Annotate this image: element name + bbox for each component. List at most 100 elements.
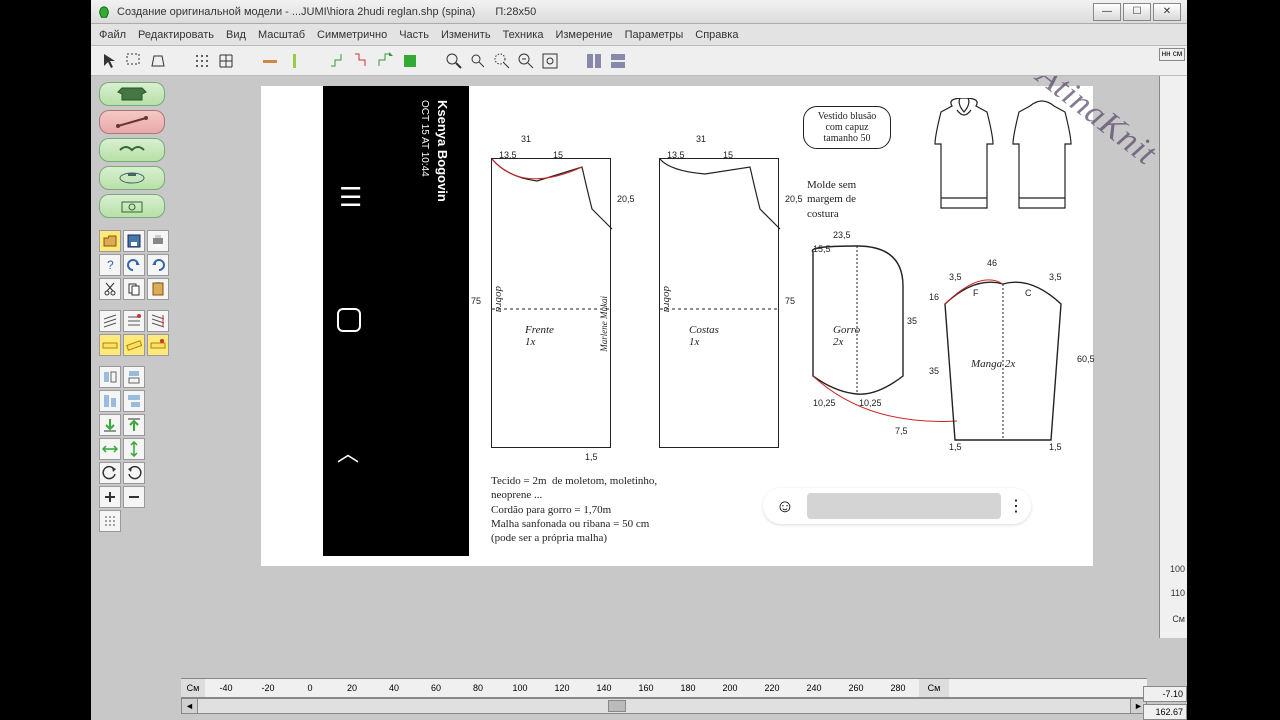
save-icon[interactable] <box>123 230 145 252</box>
snap-up-icon[interactable] <box>123 414 145 436</box>
redo-icon[interactable] <box>147 254 169 276</box>
coordinates: -7.10 162.67 <box>1143 684 1187 720</box>
menu-part[interactable]: Часть <box>399 29 429 41</box>
more-icon[interactable]: ⋮ <box>1001 496 1031 516</box>
menu-scale[interactable]: Масштаб <box>258 29 305 41</box>
grid-small-icon[interactable] <box>99 510 121 532</box>
toolbar: нн см <box>91 46 1187 76</box>
machine-mode-button[interactable] <box>99 166 165 190</box>
minimize-button[interactable]: — <box>1093 3 1121 21</box>
hatch1-icon[interactable] <box>99 310 121 332</box>
scroll-left-icon[interactable]: ◄ <box>182 699 198 713</box>
menu-file[interactable]: Файл <box>99 29 126 41</box>
back-label: Costas 1x <box>689 324 719 348</box>
hatch2-icon[interactable] <box>123 310 145 332</box>
square-icon[interactable] <box>337 308 361 332</box>
snap-down-icon[interactable] <box>99 414 121 436</box>
horizontal-ruler: См -40 -20 0 20 40 60 80 100 120 140 160… <box>181 678 1147 698</box>
zoom-fit-icon[interactable] <box>491 50 513 72</box>
ruler2-icon[interactable] <box>123 334 145 356</box>
zoom-out-icon[interactable] <box>467 50 489 72</box>
author-time: OCT 15 AT 10:44 <box>419 100 430 177</box>
maximize-button[interactable]: ☐ <box>1123 3 1151 21</box>
step-3-icon[interactable] <box>375 50 397 72</box>
horizontal-scrollbar[interactable]: ◄ ► <box>181 698 1147 714</box>
cut-icon[interactable] <box>99 278 121 300</box>
zoom-in-icon[interactable] <box>443 50 465 72</box>
garment-mode-button[interactable] <box>99 82 165 106</box>
hamburger-icon[interactable]: ☰ <box>339 182 362 213</box>
pointer-tool-icon[interactable] <box>99 50 121 72</box>
rotate-cw-icon[interactable] <box>123 462 145 484</box>
reference-image: Ksenya Bogovin OCT 15 AT 10:44 ☰ ︿ <box>261 86 1093 566</box>
menu-view[interactable]: Вид <box>226 29 246 41</box>
title-bubble: Vestido blusão com capuz tamanho 50 <box>803 106 891 149</box>
undo-icon[interactable] <box>123 254 145 276</box>
grid-dots-icon[interactable] <box>191 50 213 72</box>
coord-y: 162.67 <box>1143 704 1187 720</box>
menu-measure[interactable]: Измерение <box>555 29 612 41</box>
molde-note: Molde sem margem de costura <box>807 178 856 221</box>
zoom-all-icon[interactable] <box>539 50 561 72</box>
polygon-icon[interactable] <box>147 50 169 72</box>
menu-change[interactable]: Изменить <box>441 29 491 41</box>
pattern-back <box>659 158 779 448</box>
svg-text:F: F <box>973 288 979 298</box>
menu-symmetric[interactable]: Симметрично <box>317 29 387 41</box>
author-strip: Ksenya Bogovin OCT 15 AT 10:44 ☰ ︿ <box>323 86 469 556</box>
mirror-h-icon[interactable] <box>99 366 121 388</box>
ruler3-icon[interactable] <box>147 334 169 356</box>
pattern-front <box>491 158 611 448</box>
hline-icon[interactable] <box>259 50 281 72</box>
paste-icon[interactable] <box>147 278 169 300</box>
line-mode-button[interactable] <box>99 110 165 134</box>
front-label: Frente 1x <box>525 324 554 348</box>
layout-1-icon[interactable] <box>583 50 605 72</box>
unit-box[interactable]: нн см <box>1159 48 1185 61</box>
layout-2-icon[interactable] <box>607 50 629 72</box>
vline-icon[interactable] <box>283 50 305 72</box>
side-panel: ? <box>99 82 173 534</box>
scroll-thumb[interactable] <box>608 700 626 712</box>
step-1-icon[interactable] <box>327 50 349 72</box>
smile-icon[interactable]: ☺ <box>763 496 807 517</box>
help-icon[interactable]: ? <box>99 254 121 276</box>
garment-back-sketch <box>1005 98 1079 221</box>
expand-h-icon[interactable] <box>99 438 121 460</box>
sleeve-label: Manga 2x <box>971 358 1015 370</box>
hatch3-icon[interactable] <box>147 310 169 332</box>
svg-text:?: ? <box>107 258 114 272</box>
chat-input[interactable] <box>807 493 1001 519</box>
step-2-icon[interactable] <box>351 50 373 72</box>
titlebar: Создание оригинальной модели - ...JUMI\h… <box>91 0 1187 24</box>
menu-params[interactable]: Параметры <box>625 29 684 41</box>
rotate-ccw-icon[interactable] <box>99 462 121 484</box>
rect-select-icon[interactable] <box>123 50 145 72</box>
fabric-notes: Tecido = 2m de moletom, moletinho, neopr… <box>491 474 657 545</box>
plus-icon[interactable] <box>99 486 121 508</box>
open-icon[interactable] <box>99 230 121 252</box>
close-button[interactable]: ✕ <box>1153 3 1181 21</box>
camera-mode-button[interactable] <box>99 194 165 218</box>
step-green-icon[interactable] <box>399 50 421 72</box>
menu-edit[interactable]: Редактировать <box>138 29 214 41</box>
vertical-ruler: 100 110 См <box>1159 76 1187 638</box>
align2-icon[interactable] <box>123 390 145 412</box>
menubar: Файл Редактировать Вид Масштаб Симметрич… <box>91 24 1187 46</box>
zoom-100-icon[interactable] <box>515 50 537 72</box>
canvas[interactable]: Ksenya Bogovin OCT 15 AT 10:44 ☰ ︿ <box>181 76 1187 638</box>
menu-help[interactable]: Справка <box>695 29 738 41</box>
menu-technique[interactable]: Техника <box>503 29 544 41</box>
mirror-v-icon[interactable] <box>123 366 145 388</box>
expand-v-icon[interactable] <box>123 438 145 460</box>
collar-mode-button[interactable] <box>99 138 165 162</box>
align1-icon[interactable] <box>99 390 121 412</box>
copy-icon[interactable] <box>123 278 145 300</box>
window-param: П:28x50 <box>495 6 536 18</box>
print-icon[interactable] <box>147 230 169 252</box>
svg-text:C: C <box>1025 288 1032 298</box>
chevron-up-icon[interactable]: ︿ <box>337 436 359 468</box>
minus-icon[interactable] <box>123 486 145 508</box>
ruler1-icon[interactable] <box>99 334 121 356</box>
grid-lines-icon[interactable] <box>215 50 237 72</box>
